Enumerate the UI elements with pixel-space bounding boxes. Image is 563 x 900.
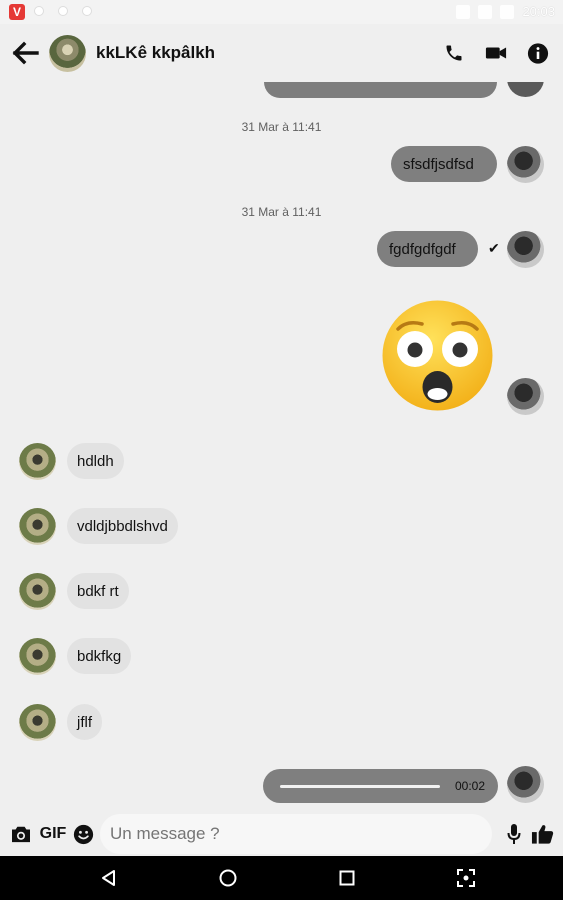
my-avatar xyxy=(507,231,544,268)
my-avatar xyxy=(507,146,544,183)
video-camera-icon[interactable] xyxy=(485,42,507,64)
notification-icon xyxy=(34,6,44,16)
audio-progress-bar[interactable] xyxy=(280,785,440,788)
emoji-icon[interactable] xyxy=(72,823,94,845)
audio-duration: 00:02 xyxy=(454,779,485,793)
contact-avatar xyxy=(19,573,56,610)
vivaldi-app-icon: V xyxy=(9,4,25,20)
contact-avatar xyxy=(19,704,56,741)
gif-button[interactable]: GIF xyxy=(36,823,70,845)
incoming-message-bubble[interactable]: jflf xyxy=(67,704,102,740)
message-timestamp: 31 Mar à 11:41 xyxy=(241,205,322,219)
incoming-message-bubble[interactable]: hdldh xyxy=(67,443,124,479)
nav-screenshot-icon[interactable] xyxy=(455,867,477,889)
system-icons: 20:03 xyxy=(456,4,555,19)
notification-icon xyxy=(58,6,68,16)
microphone-icon[interactable] xyxy=(505,823,523,845)
incoming-message-bubble[interactable]: bdkfkg xyxy=(67,638,132,674)
incoming-message-bubble[interactable]: bdkf rt xyxy=(67,573,129,609)
message-timestamp: 31 Mar à 11:41 xyxy=(241,120,322,134)
system-navigation-bar xyxy=(0,856,563,900)
signal-icon xyxy=(456,4,471,19)
contact-avatar xyxy=(19,638,56,675)
clock: 20:03 xyxy=(522,4,555,19)
phone-icon[interactable] xyxy=(443,42,465,64)
message-input[interactable] xyxy=(100,814,492,854)
nav-back-icon[interactable] xyxy=(98,867,120,889)
contact-avatar[interactable] xyxy=(49,35,86,72)
contact-avatar xyxy=(19,443,56,480)
wifi-icon xyxy=(478,4,493,19)
status-bar: V 20:03 xyxy=(0,0,563,24)
voice-message-bubble[interactable]: 00:02 xyxy=(263,769,498,803)
camera-icon[interactable] xyxy=(10,823,32,845)
back-arrow-icon[interactable] xyxy=(10,39,40,67)
header-actions xyxy=(443,42,549,64)
nav-home-icon[interactable] xyxy=(217,867,239,889)
outgoing-message-bubble[interactable] xyxy=(264,82,497,98)
message-list[interactable]: 31 Mar à 11:41 sfsdfjsdfsd 31 Mar à 11:4… xyxy=(0,82,563,812)
outgoing-message-bubble[interactable]: fgdfgdfgdf xyxy=(377,231,478,267)
outgoing-message-bubble[interactable]: sfsdfjsdfsd xyxy=(391,146,497,182)
contact-avatar xyxy=(19,508,56,545)
message-composer: GIF xyxy=(0,812,563,856)
info-icon[interactable] xyxy=(527,42,549,64)
my-avatar xyxy=(507,82,544,97)
my-avatar xyxy=(507,766,544,803)
chat-header: kkLKê kkpâlkh xyxy=(0,24,563,82)
notification-icons xyxy=(34,6,92,16)
contact-name[interactable]: kkLKê kkpâlkh xyxy=(96,43,215,63)
read-receipt-check-icon: ✔ xyxy=(488,240,500,256)
thumbs-up-icon[interactable] xyxy=(530,823,554,845)
nav-recents-icon[interactable] xyxy=(336,867,358,889)
battery-icon xyxy=(500,4,515,19)
my-avatar xyxy=(507,378,544,415)
astonished-emoji-sticker[interactable] xyxy=(381,299,494,412)
incoming-message-bubble[interactable]: vdldjbbdlshvd xyxy=(67,508,178,544)
notification-icon xyxy=(82,6,92,16)
